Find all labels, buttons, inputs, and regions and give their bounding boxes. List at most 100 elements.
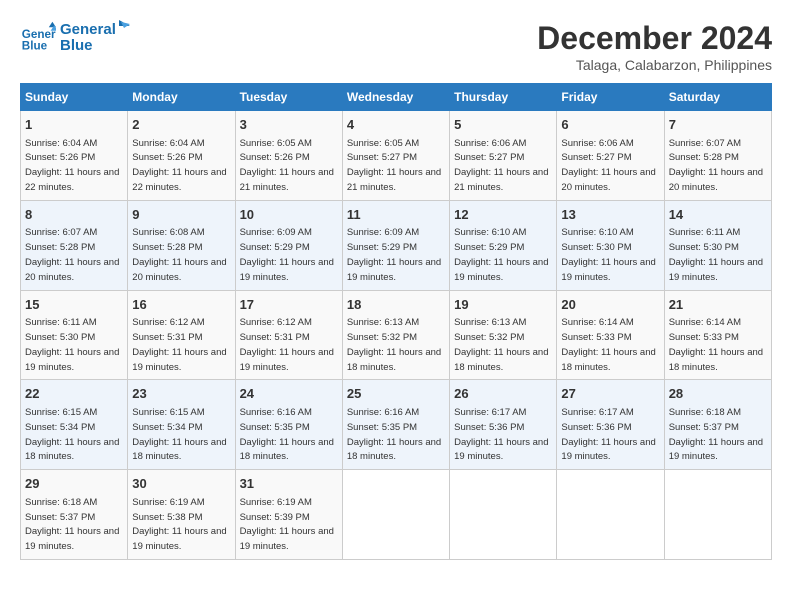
calendar-cell xyxy=(557,470,664,560)
week-row-4: 22 Sunrise: 6:15 AMSunset: 5:34 PMDaylig… xyxy=(21,380,772,470)
cell-info: Sunrise: 6:10 AMSunset: 5:30 PMDaylight:… xyxy=(561,227,655,282)
day-header-tuesday: Tuesday xyxy=(235,84,342,111)
week-row-1: 1 Sunrise: 6:04 AMSunset: 5:26 PMDayligh… xyxy=(21,111,772,201)
day-number: 1 xyxy=(25,116,123,134)
cell-info: Sunrise: 6:06 AMSunset: 5:27 PMDaylight:… xyxy=(561,138,655,193)
day-number: 5 xyxy=(454,116,552,134)
logo-blue: Blue xyxy=(60,38,116,55)
calendar-cell: 21 Sunrise: 6:14 AMSunset: 5:33 PMDaylig… xyxy=(664,290,771,380)
cell-info: Sunrise: 6:07 AMSunset: 5:28 PMDaylight:… xyxy=(25,227,119,282)
day-header-monday: Monday xyxy=(128,84,235,111)
day-number: 10 xyxy=(240,206,338,224)
cell-info: Sunrise: 6:19 AMSunset: 5:39 PMDaylight:… xyxy=(240,497,334,552)
cell-info: Sunrise: 6:17 AMSunset: 5:36 PMDaylight:… xyxy=(561,407,655,462)
cell-info: Sunrise: 6:15 AMSunset: 5:34 PMDaylight:… xyxy=(25,407,119,462)
location-title: Talaga, Calabarzon, Philippines xyxy=(537,57,772,73)
cell-info: Sunrise: 6:11 AMSunset: 5:30 PMDaylight:… xyxy=(669,227,763,282)
day-number: 13 xyxy=(561,206,659,224)
cell-info: Sunrise: 6:12 AMSunset: 5:31 PMDaylight:… xyxy=(240,317,334,372)
day-header-sunday: Sunday xyxy=(21,84,128,111)
calendar-cell: 3 Sunrise: 6:05 AMSunset: 5:26 PMDayligh… xyxy=(235,111,342,201)
day-number: 30 xyxy=(132,475,230,493)
day-number: 28 xyxy=(669,385,767,403)
calendar-cell: 31 Sunrise: 6:19 AMSunset: 5:39 PMDaylig… xyxy=(235,470,342,560)
day-number: 17 xyxy=(240,296,338,314)
day-number: 14 xyxy=(669,206,767,224)
day-number: 9 xyxy=(132,206,230,224)
day-header-thursday: Thursday xyxy=(450,84,557,111)
calendar-cell: 18 Sunrise: 6:13 AMSunset: 5:32 PMDaylig… xyxy=(342,290,449,380)
day-number: 24 xyxy=(240,385,338,403)
calendar-body: 1 Sunrise: 6:04 AMSunset: 5:26 PMDayligh… xyxy=(21,111,772,560)
calendar-cell: 20 Sunrise: 6:14 AMSunset: 5:33 PMDaylig… xyxy=(557,290,664,380)
week-row-5: 29 Sunrise: 6:18 AMSunset: 5:37 PMDaylig… xyxy=(21,470,772,560)
cell-info: Sunrise: 6:04 AMSunset: 5:26 PMDaylight:… xyxy=(132,138,226,193)
calendar-cell: 1 Sunrise: 6:04 AMSunset: 5:26 PMDayligh… xyxy=(21,111,128,201)
logo-bird-icon xyxy=(108,18,130,40)
day-number: 12 xyxy=(454,206,552,224)
calendar-cell xyxy=(664,470,771,560)
day-number: 26 xyxy=(454,385,552,403)
calendar-cell: 27 Sunrise: 6:17 AMSunset: 5:36 PMDaylig… xyxy=(557,380,664,470)
cell-info: Sunrise: 6:07 AMSunset: 5:28 PMDaylight:… xyxy=(669,138,763,193)
cell-info: Sunrise: 6:16 AMSunset: 5:35 PMDaylight:… xyxy=(240,407,334,462)
day-header-wednesday: Wednesday xyxy=(342,84,449,111)
cell-info: Sunrise: 6:19 AMSunset: 5:38 PMDaylight:… xyxy=(132,497,226,552)
cell-info: Sunrise: 6:18 AMSunset: 5:37 PMDaylight:… xyxy=(669,407,763,462)
cell-info: Sunrise: 6:13 AMSunset: 5:32 PMDaylight:… xyxy=(454,317,548,372)
logo-icon: General Blue xyxy=(20,20,56,56)
calendar-table: SundayMondayTuesdayWednesdayThursdayFrid… xyxy=(20,83,772,560)
calendar-cell: 8 Sunrise: 6:07 AMSunset: 5:28 PMDayligh… xyxy=(21,200,128,290)
day-number: 6 xyxy=(561,116,659,134)
page-header: General Blue General Blue December 2024 … xyxy=(20,20,772,73)
day-number: 19 xyxy=(454,296,552,314)
week-row-2: 8 Sunrise: 6:07 AMSunset: 5:28 PMDayligh… xyxy=(21,200,772,290)
day-number: 7 xyxy=(669,116,767,134)
cell-info: Sunrise: 6:13 AMSunset: 5:32 PMDaylight:… xyxy=(347,317,441,372)
calendar-cell: 11 Sunrise: 6:09 AMSunset: 5:29 PMDaylig… xyxy=(342,200,449,290)
day-header-friday: Friday xyxy=(557,84,664,111)
week-row-3: 15 Sunrise: 6:11 AMSunset: 5:30 PMDaylig… xyxy=(21,290,772,380)
day-number: 15 xyxy=(25,296,123,314)
calendar-cell: 5 Sunrise: 6:06 AMSunset: 5:27 PMDayligh… xyxy=(450,111,557,201)
calendar-cell: 30 Sunrise: 6:19 AMSunset: 5:38 PMDaylig… xyxy=(128,470,235,560)
cell-info: Sunrise: 6:14 AMSunset: 5:33 PMDaylight:… xyxy=(669,317,763,372)
day-number: 21 xyxy=(669,296,767,314)
cell-info: Sunrise: 6:15 AMSunset: 5:34 PMDaylight:… xyxy=(132,407,226,462)
calendar-cell: 12 Sunrise: 6:10 AMSunset: 5:29 PMDaylig… xyxy=(450,200,557,290)
cell-info: Sunrise: 6:12 AMSunset: 5:31 PMDaylight:… xyxy=(132,317,226,372)
calendar-cell: 9 Sunrise: 6:08 AMSunset: 5:28 PMDayligh… xyxy=(128,200,235,290)
calendar-cell: 23 Sunrise: 6:15 AMSunset: 5:34 PMDaylig… xyxy=(128,380,235,470)
calendar-cell: 10 Sunrise: 6:09 AMSunset: 5:29 PMDaylig… xyxy=(235,200,342,290)
day-number: 18 xyxy=(347,296,445,314)
cell-info: Sunrise: 6:18 AMSunset: 5:37 PMDaylight:… xyxy=(25,497,119,552)
day-number: 27 xyxy=(561,385,659,403)
calendar-cell: 4 Sunrise: 6:05 AMSunset: 5:27 PMDayligh… xyxy=(342,111,449,201)
day-number: 16 xyxy=(132,296,230,314)
month-title: December 2024 xyxy=(537,20,772,57)
calendar-cell xyxy=(450,470,557,560)
day-number: 31 xyxy=(240,475,338,493)
cell-info: Sunrise: 6:08 AMSunset: 5:28 PMDaylight:… xyxy=(132,227,226,282)
calendar-cell: 13 Sunrise: 6:10 AMSunset: 5:30 PMDaylig… xyxy=(557,200,664,290)
calendar-cell: 26 Sunrise: 6:17 AMSunset: 5:36 PMDaylig… xyxy=(450,380,557,470)
cell-info: Sunrise: 6:16 AMSunset: 5:35 PMDaylight:… xyxy=(347,407,441,462)
calendar-cell: 17 Sunrise: 6:12 AMSunset: 5:31 PMDaylig… xyxy=(235,290,342,380)
cell-info: Sunrise: 6:05 AMSunset: 5:27 PMDaylight:… xyxy=(347,138,441,193)
calendar-cell: 15 Sunrise: 6:11 AMSunset: 5:30 PMDaylig… xyxy=(21,290,128,380)
calendar-cell: 22 Sunrise: 6:15 AMSunset: 5:34 PMDaylig… xyxy=(21,380,128,470)
cell-info: Sunrise: 6:04 AMSunset: 5:26 PMDaylight:… xyxy=(25,138,119,193)
day-number: 8 xyxy=(25,206,123,224)
cell-info: Sunrise: 6:14 AMSunset: 5:33 PMDaylight:… xyxy=(561,317,655,372)
day-number: 23 xyxy=(132,385,230,403)
calendar-header-row: SundayMondayTuesdayWednesdayThursdayFrid… xyxy=(21,84,772,111)
day-number: 22 xyxy=(25,385,123,403)
cell-info: Sunrise: 6:17 AMSunset: 5:36 PMDaylight:… xyxy=(454,407,548,462)
calendar-cell: 29 Sunrise: 6:18 AMSunset: 5:37 PMDaylig… xyxy=(21,470,128,560)
cell-info: Sunrise: 6:06 AMSunset: 5:27 PMDaylight:… xyxy=(454,138,548,193)
svg-text:Blue: Blue xyxy=(22,40,48,53)
day-number: 29 xyxy=(25,475,123,493)
calendar-cell xyxy=(342,470,449,560)
calendar-cell: 6 Sunrise: 6:06 AMSunset: 5:27 PMDayligh… xyxy=(557,111,664,201)
calendar-cell: 28 Sunrise: 6:18 AMSunset: 5:37 PMDaylig… xyxy=(664,380,771,470)
